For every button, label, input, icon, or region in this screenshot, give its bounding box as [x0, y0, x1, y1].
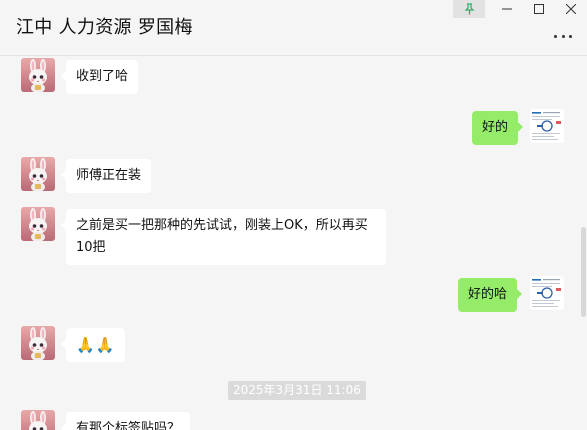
bunny-avatar-icon — [21, 58, 55, 92]
message-bubble-incoming[interactable]: 师傅正在装 — [60, 159, 152, 193]
document-avatar-icon — [530, 109, 564, 143]
message-bubble-outgoing[interactable]: 好的 — [472, 111, 524, 145]
contact-avatar[interactable] — [21, 410, 55, 430]
message-bubble-incoming[interactable]: 收到了哈 — [60, 60, 139, 94]
maximize-icon — [534, 4, 544, 14]
bunny-avatar-icon — [21, 410, 55, 430]
message-bubble-incoming[interactable]: 🙏🙏 — [60, 328, 126, 362]
window-controls — [453, 0, 587, 18]
message-bubble-outgoing[interactable]: 好的哈 — [458, 278, 523, 312]
contact-avatar[interactable] — [21, 157, 55, 191]
self-avatar[interactable] — [530, 109, 564, 143]
bunny-avatar-icon — [21, 326, 55, 360]
close-icon — [566, 4, 576, 14]
contact-avatar[interactable] — [21, 207, 55, 241]
maximize-button[interactable] — [523, 0, 555, 18]
title-bar: 江中 人力资源 罗国梅 — [0, 0, 587, 56]
pin-button[interactable] — [453, 0, 485, 18]
chat-window: 江中 人力资源 罗国梅 收到了哈 好的 师傅正在装 之前是买一把那种的先试试，刚… — [0, 0, 587, 430]
contact-avatar[interactable] — [21, 326, 55, 360]
self-avatar[interactable] — [530, 276, 564, 310]
message-bubble-incoming[interactable]: 有那个标签贴吗？ — [60, 412, 191, 430]
minimize-button[interactable] — [491, 0, 523, 18]
chat-title: 江中 人力资源 罗国梅 — [16, 17, 193, 38]
message-bubble-incoming[interactable]: 之前是买一把那种的先试试，刚装上OK，所以再买10把 — [61, 209, 386, 265]
scrollbar-thumb[interactable] — [581, 227, 586, 317]
bunny-avatar-icon — [21, 207, 55, 241]
close-button[interactable] — [555, 0, 587, 18]
scrollbar[interactable] — [580, 57, 587, 430]
more-button[interactable] — [551, 28, 575, 44]
minimize-icon — [502, 8, 512, 10]
document-avatar-icon — [530, 276, 564, 310]
more-icon — [554, 34, 557, 38]
pin-icon — [464, 3, 474, 15]
bunny-avatar-icon — [21, 157, 55, 191]
timestamp-divider: 2025年3月31日 11:06 — [228, 381, 366, 400]
contact-avatar[interactable] — [21, 58, 55, 92]
